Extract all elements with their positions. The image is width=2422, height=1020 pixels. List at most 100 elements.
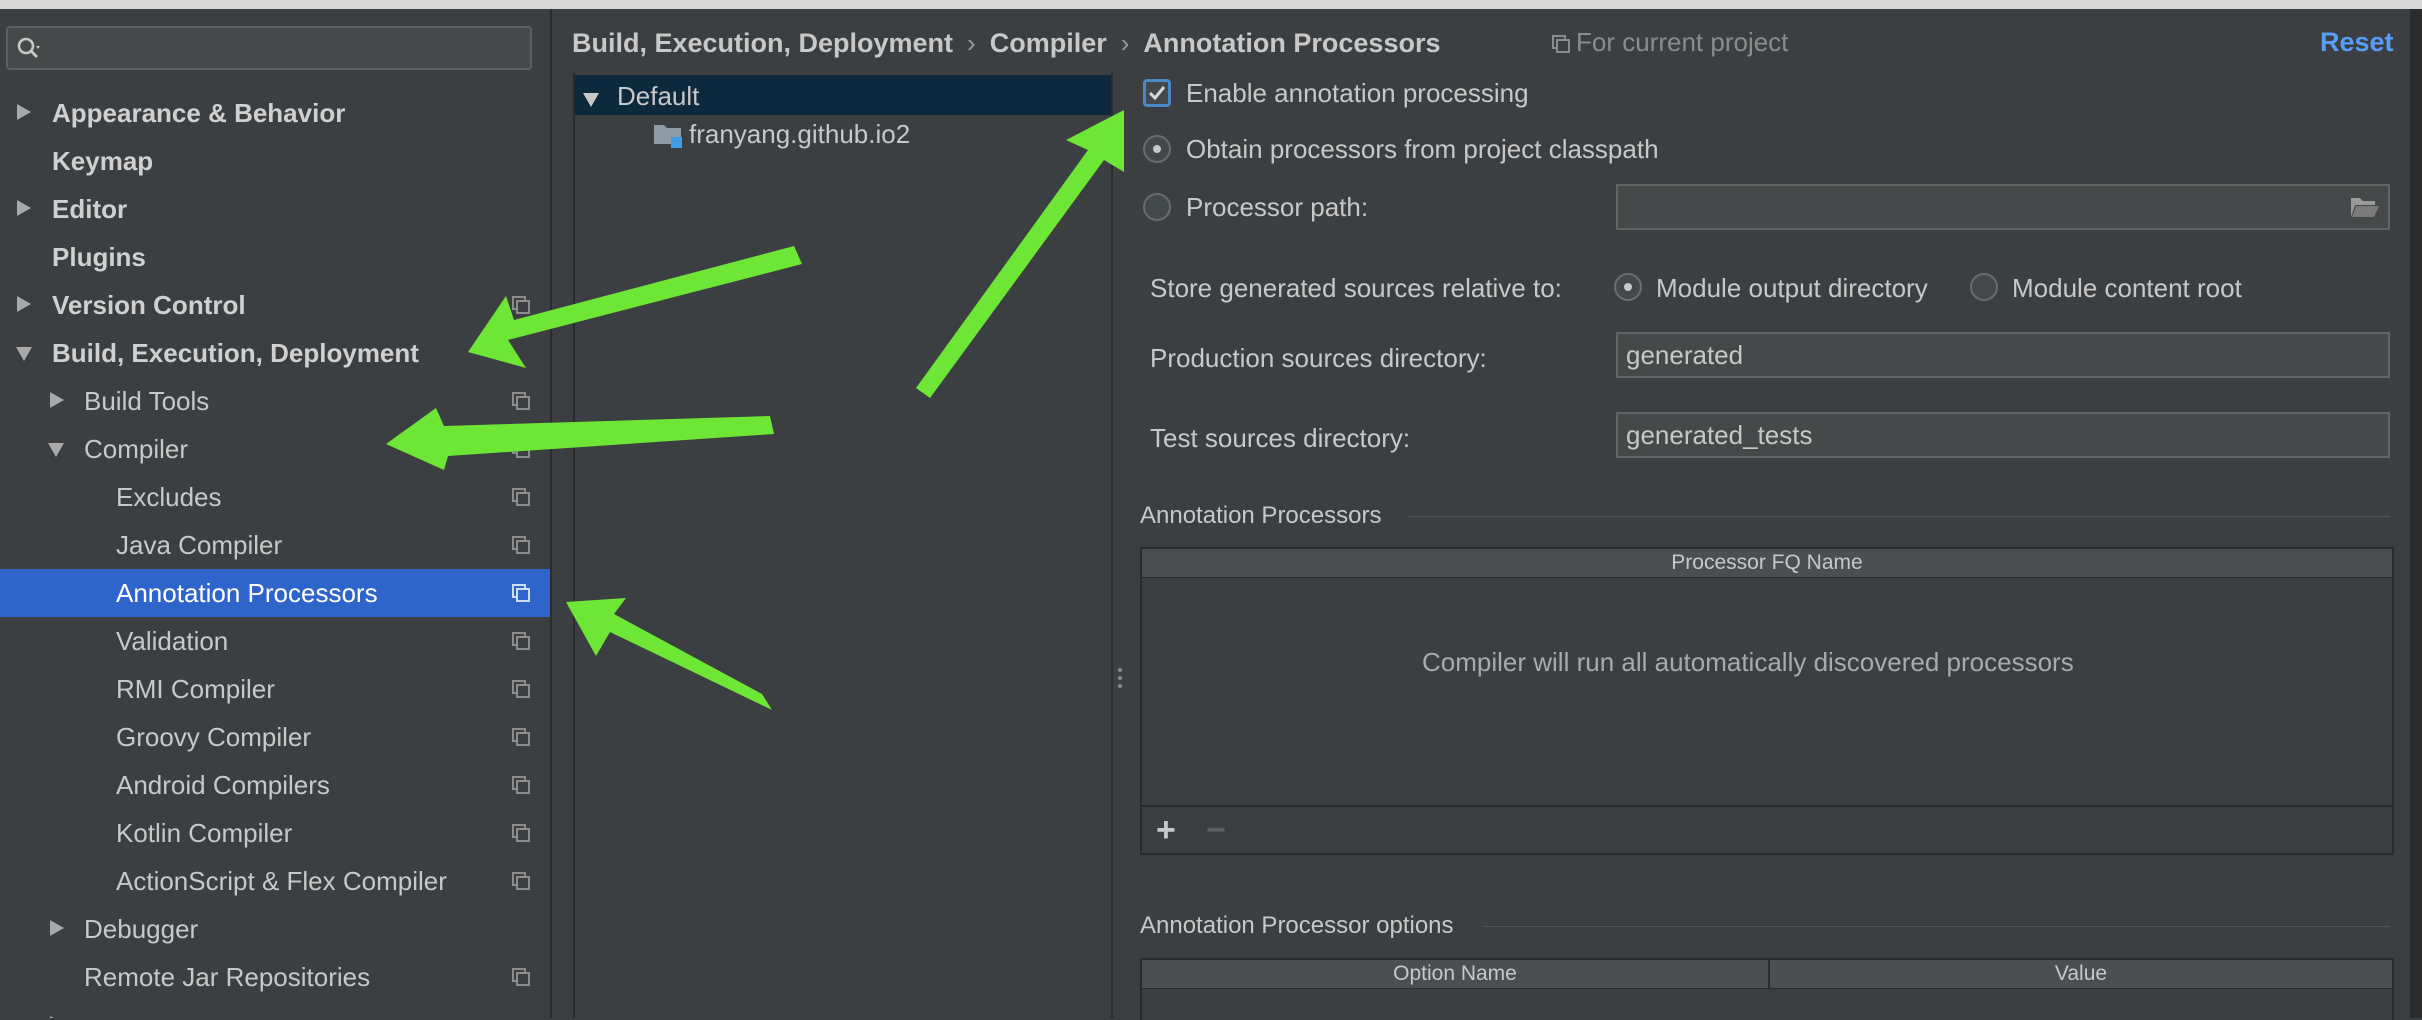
project-scope-icon: [512, 968, 530, 986]
tree-item-android-compilers[interactable]: Android Compilers: [0, 761, 550, 809]
enable-annotation-processing-label: Enable annotation processing: [1186, 78, 1529, 108]
section-divider: [1408, 516, 2390, 517]
breadcrumb-item[interactable]: Compiler: [990, 28, 1107, 59]
tree-item-excludes[interactable]: Excludes: [0, 473, 550, 521]
test-sources-field[interactable]: generated_tests: [1616, 412, 2390, 458]
tree-item-label: Debugger: [84, 914, 199, 944]
processor-path-field[interactable]: [1616, 184, 2390, 230]
processors-table-toolbar: + −: [1142, 805, 2392, 853]
expand-arrow-icon[interactable]: [17, 104, 31, 120]
obtain-from-classpath-radio[interactable]: [1143, 135, 1171, 163]
tree-item-label: Validation: [116, 626, 229, 656]
store-sources-label: Store generated sources relative to:: [1150, 273, 1562, 303]
collapse-arrow-icon[interactable]: [16, 347, 32, 361]
module-content-root-radio[interactable]: [1970, 273, 1998, 301]
sidebar-divider: [550, 9, 552, 1018]
tree-item-version-control[interactable]: Version Control: [0, 281, 550, 329]
production-sources-field[interactable]: generated: [1616, 332, 2390, 378]
processors-empty-text: Compiler will run all automatically disc…: [1422, 647, 2074, 677]
tree-item-label: Compiler: [84, 434, 189, 464]
tree-item-appearance-behavior[interactable]: Appearance & Behavior: [0, 89, 550, 137]
expand-arrow-icon[interactable]: [17, 296, 31, 312]
tree-item-editor[interactable]: Editor: [0, 185, 550, 233]
expand-arrow-icon[interactable]: [50, 392, 64, 408]
module-output-directory-label: Module output directory: [1656, 273, 1928, 303]
tree-item-label: Version Control: [52, 290, 246, 320]
tree-item-label: Annotation Processors: [116, 578, 378, 608]
tree-item-kotlin-compiler[interactable]: Kotlin Compiler: [0, 809, 550, 857]
breadcrumb-separator-icon: ›: [1120, 28, 1130, 59]
project-scope-icon: [512, 440, 530, 458]
collapse-arrow-icon[interactable]: [48, 443, 64, 457]
breadcrumb-separator-icon: ›: [967, 28, 976, 59]
column-header-processor-fq-name[interactable]: Processor FQ Name: [1142, 549, 2392, 577]
tree-item-label: Appearance & Behavior: [52, 98, 346, 128]
add-processor-button[interactable]: +: [1156, 813, 1176, 847]
processor-path-label: Processor path:: [1186, 192, 1369, 222]
browse-folder-icon[interactable]: [2350, 195, 2380, 219]
project-scope-icon: [512, 824, 530, 842]
project-scope-icon: [512, 776, 530, 794]
settings-search-field[interactable]: [6, 26, 532, 70]
tree-item-compiler[interactable]: Compiler: [0, 425, 550, 473]
tree-item-label: Build, Execution, Deployment: [52, 338, 419, 368]
expand-arrow-icon[interactable]: [17, 200, 31, 216]
processor-profiles-panel: Default franyang.github.io2: [573, 73, 1113, 1018]
tree-item-label: Build Tools: [84, 386, 210, 416]
tree-item-label: Plugins: [52, 242, 146, 272]
project-scope-icon: [512, 632, 530, 650]
project-scope-icon: [512, 680, 530, 698]
tree-item-label: Groovy Compiler: [116, 722, 312, 752]
tree-item-label: RMI Compiler: [116, 674, 275, 704]
window-top-strip: [0, 0, 2422, 9]
processors-table-header: Processor FQ Name: [1142, 549, 2392, 578]
scope-indicator: For current project: [1552, 27, 1788, 58]
tree-item-label: Android Compilers: [116, 770, 330, 800]
processors-table[interactable]: Processor FQ Name Compiler will run all …: [1140, 547, 2394, 855]
tree-item-java-compiler[interactable]: Java Compiler: [0, 521, 550, 569]
checkmark-icon: [1148, 86, 1166, 101]
annotation-processors-section-title: Annotation Processors: [1140, 502, 1382, 529]
expand-arrow-icon[interactable]: [50, 920, 64, 936]
column-header-option-name[interactable]: Option Name: [1142, 960, 1770, 988]
collapse-arrow-icon[interactable]: [583, 93, 599, 107]
profile-module-item[interactable]: franyang.github.io2: [575, 113, 1111, 153]
test-sources-value: generated_tests: [1626, 420, 1813, 450]
tree-item-remote-jar-repositories[interactable]: Remote Jar Repositories: [0, 953, 550, 1001]
tree-item-build-execution-deployment[interactable]: Build, Execution, Deployment: [0, 329, 550, 377]
tree-item-label: Keymap: [52, 146, 154, 176]
remove-processor-button[interactable]: −: [1206, 813, 1226, 847]
production-sources-value: generated: [1626, 340, 1744, 370]
tree-item-validation[interactable]: Validation: [0, 617, 550, 665]
tree-item-debugger[interactable]: Debugger: [0, 905, 550, 953]
column-header-value[interactable]: Value: [1770, 960, 2392, 988]
project-scope-icon: [512, 296, 530, 314]
project-scope-icon: [512, 728, 530, 746]
search-input[interactable]: [48, 32, 522, 66]
options-table-header: Option Name Value: [1142, 960, 2392, 989]
tree-item-rmi-compiler[interactable]: RMI Compiler: [0, 665, 550, 713]
production-sources-label: Production sources directory:: [1150, 343, 1487, 373]
profile-default[interactable]: Default: [575, 75, 1111, 115]
panel-splitter-handle[interactable]: [1117, 668, 1123, 696]
window-right-edge: [2410, 9, 2422, 1018]
breadcrumb-item[interactable]: Build, Execution, Deployment: [572, 28, 953, 59]
test-sources-label: Test sources directory:: [1150, 423, 1411, 453]
project-scope-icon: [512, 536, 530, 554]
reset-link[interactable]: Reset: [2320, 27, 2394, 58]
tree-item-plugins[interactable]: Plugins: [0, 233, 550, 281]
tree-item-build-tools[interactable]: Build Tools: [0, 377, 550, 425]
module-label: franyang.github.io2: [689, 119, 911, 149]
tree-item-annotation-processors[interactable]: Annotation Processors: [0, 569, 550, 617]
module-output-directory-radio[interactable]: [1614, 273, 1642, 301]
tree-item-label: Remote Jar Repositories: [84, 962, 371, 992]
processor-path-radio[interactable]: [1143, 193, 1171, 221]
tree-item-groovy-compiler[interactable]: Groovy Compiler: [0, 713, 550, 761]
enable-annotation-processing-checkbox[interactable]: [1143, 79, 1171, 107]
project-scope-icon: [512, 392, 530, 410]
processor-options-table[interactable]: Option Name Value: [1140, 958, 2394, 1020]
scope-label: For current project: [1576, 27, 1789, 57]
tree-item-keymap[interactable]: Keymap: [0, 137, 550, 185]
tree-item-actionscript-flex-compiler[interactable]: ActionScript & Flex Compiler: [0, 857, 550, 905]
project-scope-icon: [512, 584, 530, 602]
